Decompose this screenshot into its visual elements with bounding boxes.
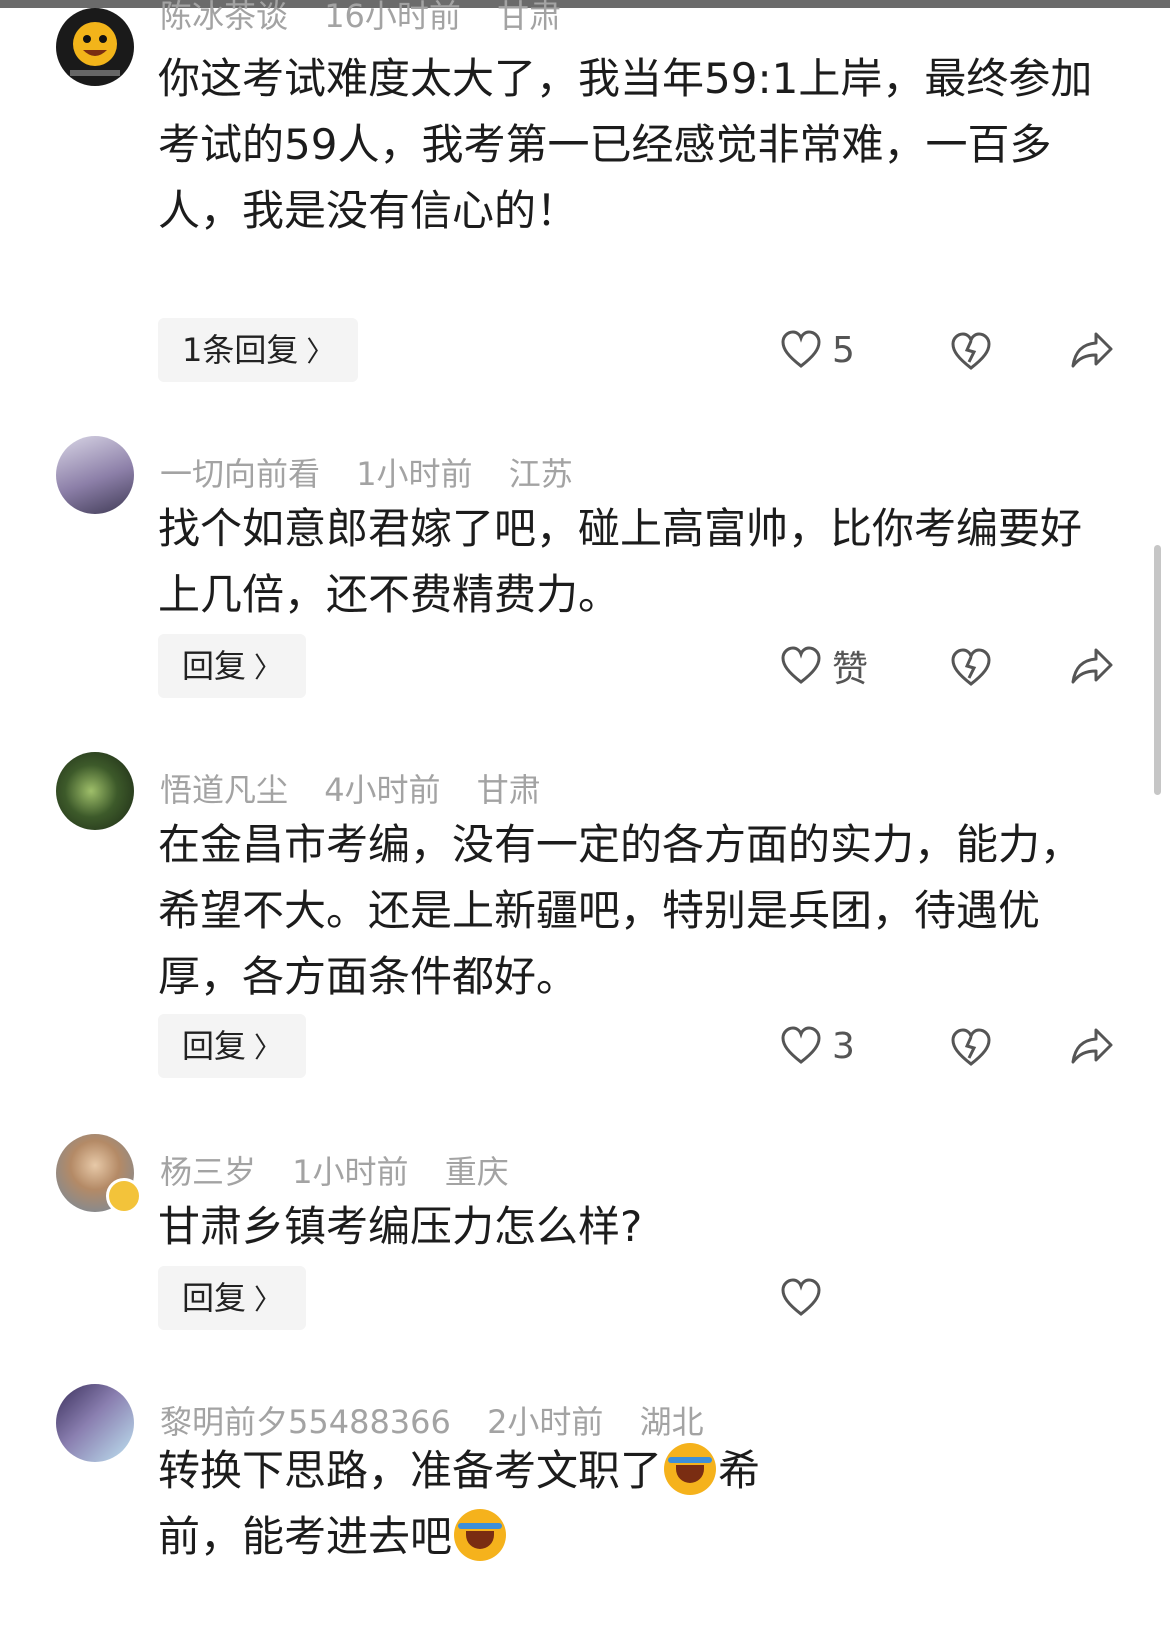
avatar[interactable] — [56, 752, 134, 830]
username[interactable]: 悟道凡尘 — [160, 771, 288, 809]
reply-label: 回复 — [182, 1279, 247, 1317]
chevron-right-icon: 〉 — [254, 651, 283, 684]
like-count: 5 — [832, 329, 855, 371]
like-button[interactable]: 3 — [780, 1014, 855, 1078]
comment-text: 找个如意郎君嫁了吧，碰上高富帅，比你考编要好上几倍，还不费精费力。 — [158, 504, 1083, 619]
chevron-right-icon: 〉 — [254, 1283, 283, 1316]
broken-heart-icon[interactable] — [950, 330, 992, 372]
comment-text-tail: 希 — [718, 1446, 761, 1495]
comment-text: 前，能考进去吧 — [158, 1504, 1118, 1570]
location: 甘肃 — [497, 0, 562, 35]
username[interactable]: 陈冰茶谈 — [160, 0, 288, 35]
heart-outline-icon — [781, 330, 821, 368]
avatar[interactable] — [56, 8, 134, 86]
like-count: 3 — [832, 1025, 855, 1067]
broken-heart-icon[interactable] — [950, 646, 992, 688]
username[interactable]: 杨三岁 — [160, 1153, 256, 1191]
laughing-tears-emoji-icon — [454, 1509, 507, 1561]
comment-text: 在金昌市考编，没有一定的各方面的实力，能力，希望不大。还是上新疆吧，特别是兵团，… — [158, 820, 1083, 1001]
comment-text: 甘肃乡镇考编压力怎么样? — [158, 1202, 643, 1251]
comment-meta: 杨三岁 1小时前 重庆 — [160, 1150, 535, 1194]
comment-text: 转换下思路，准备考文职了 希 — [158, 1438, 818, 1504]
share-arrow-icon[interactable] — [1070, 330, 1114, 370]
verified-badge-icon — [106, 1178, 142, 1214]
timestamp: 1小时前 — [356, 455, 473, 493]
like-button[interactable]: 赞 — [780, 634, 868, 698]
location: 江苏 — [508, 455, 573, 493]
share-arrow-icon[interactable] — [1070, 1026, 1114, 1066]
heart-outline-icon — [781, 646, 821, 684]
timestamp: 2小时前 — [487, 1403, 604, 1441]
timestamp: 4小时前 — [324, 771, 441, 809]
reply-label: 回复 — [182, 1027, 247, 1065]
share-arrow-icon[interactable] — [1070, 646, 1114, 686]
comment-meta: 陈冰茶谈 16小时前 甘肃 — [160, 0, 587, 38]
chevron-right-icon: 〉 — [254, 1031, 283, 1064]
comment-meta: 一切向前看 1小时前 江苏 — [160, 452, 599, 496]
like-count: 赞 — [832, 649, 869, 690]
location: 重庆 — [444, 1153, 509, 1191]
timestamp: 16小时前 — [324, 0, 461, 35]
heart-outline-icon — [781, 1278, 821, 1316]
reply-button[interactable]: 回复〉 — [158, 1014, 307, 1078]
reply-label: 回复 — [182, 647, 247, 685]
broken-heart-icon[interactable] — [950, 1026, 992, 1068]
reply-button[interactable]: 1条回复〉 — [158, 318, 359, 382]
reply-button[interactable]: 回复〉 — [158, 634, 307, 698]
location: 甘肃 — [476, 771, 541, 809]
comment-text: 你这考试难度太大了，我当年59:1上岸，最终参加考试的59人，我考第一已经感觉非… — [158, 54, 1093, 235]
avatar[interactable] — [56, 436, 134, 514]
timestamp: 1小时前 — [292, 1153, 409, 1191]
laughing-tears-emoji-icon — [664, 1443, 717, 1495]
comment-text-line: 前，能考进去吧 — [158, 1512, 453, 1561]
comment-meta: 悟道凡尘 4小时前 甘肃 — [160, 768, 567, 812]
username[interactable]: 一切向前看 — [160, 455, 320, 493]
scrollbar[interactable] — [1154, 545, 1161, 795]
like-button[interactable]: 5 — [780, 318, 855, 382]
chevron-right-icon: 〉 — [306, 335, 335, 368]
reply-button[interactable]: 回复〉 — [158, 1266, 307, 1330]
avatar[interactable] — [56, 1384, 134, 1462]
reply-label: 1条回复 — [182, 331, 299, 369]
like-button[interactable] — [780, 1266, 832, 1330]
comment-text-line: 转换下思路，准备考文职了 — [158, 1446, 663, 1495]
username[interactable]: 黎明前夕55488366 — [160, 1403, 451, 1441]
location: 湖北 — [639, 1403, 704, 1441]
heart-outline-icon — [781, 1026, 821, 1064]
